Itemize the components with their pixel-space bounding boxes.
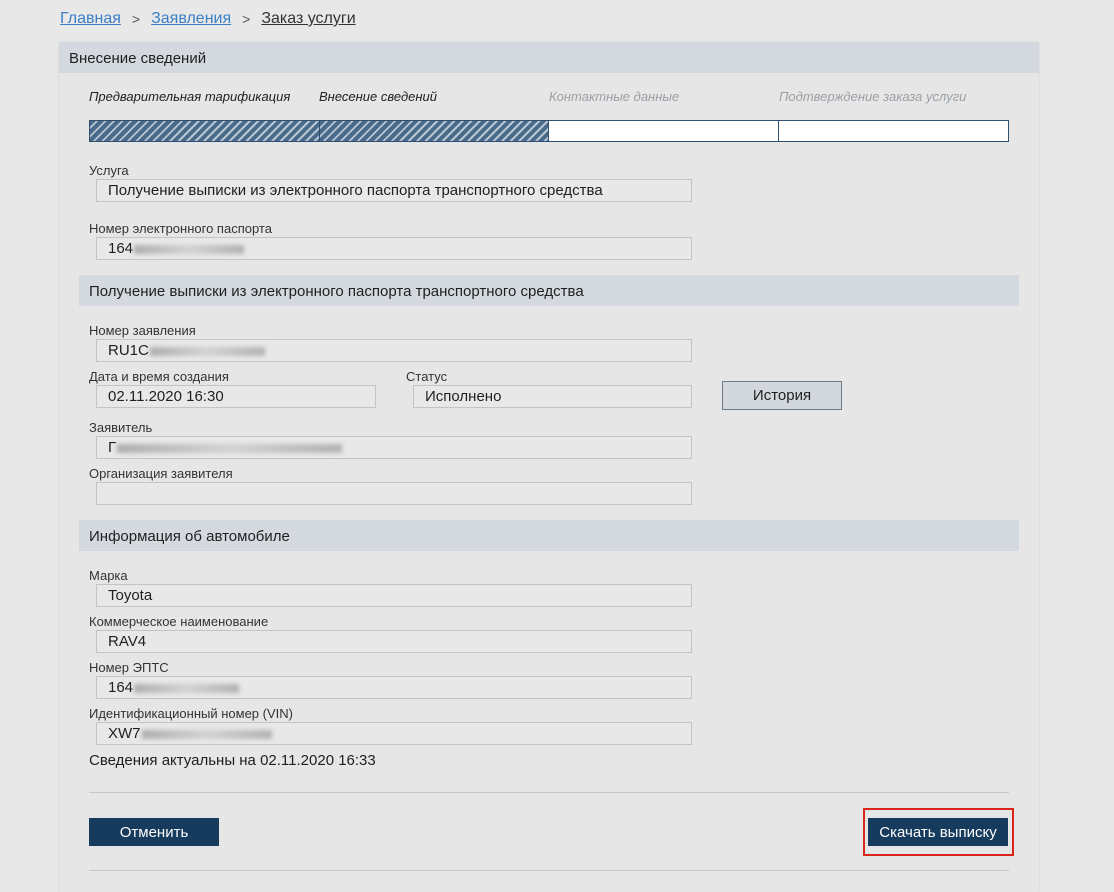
applicant-field[interactable]: Г <box>96 436 692 459</box>
created-field[interactable]: 02.11.2020 16:30 <box>96 385 376 408</box>
passport-value: 164 <box>108 240 134 257</box>
panel-title: Внесение сведений <box>59 42 1039 73</box>
status-value: Исполнено <box>425 388 502 405</box>
created-value: 02.11.2020 16:30 <box>108 388 224 405</box>
step-contacts: Контактные данные <box>549 89 680 104</box>
application-number-field[interactable]: RU1C <box>96 339 692 362</box>
service-field[interactable]: Получение выписки из электронного паспор… <box>96 179 692 202</box>
created-label: Дата и время создания <box>89 369 229 384</box>
brand-label: Марка <box>89 568 128 583</box>
breadcrumb-applications-link[interactable]: Заявления <box>151 10 231 28</box>
form-panel: Внесение сведений Предварительная тарифи… <box>59 42 1039 892</box>
epts-field[interactable]: 164 <box>96 676 692 699</box>
status-field[interactable]: Исполнено <box>413 385 692 408</box>
organization-field[interactable] <box>96 482 692 505</box>
breadcrumb: Главная > Заявления > Заказ услуги <box>60 10 356 28</box>
data-actual-note: Сведения актуальны на 02.11.2020 16:33 <box>89 752 376 769</box>
section-title-service-info: Получение выписки из электронного паспор… <box>79 275 1019 306</box>
application-number-value: RU1C <box>108 342 149 359</box>
redacted-overlay <box>134 244 245 254</box>
organization-label: Организация заявителя <box>89 466 233 481</box>
redacted-overlay <box>149 346 265 356</box>
status-label: Статус <box>406 369 448 384</box>
progress-segment-1 <box>90 121 320 141</box>
passport-field[interactable]: 164 <box>96 237 692 260</box>
breadcrumb-home-link[interactable]: Главная <box>60 10 121 28</box>
epts-value: 164 <box>108 679 134 696</box>
service-label: Услуга <box>89 163 129 178</box>
cancel-button[interactable]: Отменить <box>89 818 219 846</box>
download-extract-button[interactable]: Скачать выписку <box>868 818 1008 846</box>
application-number-label: Номер заявления <box>89 323 196 338</box>
vin-field[interactable]: XW7 <box>96 722 692 745</box>
breadcrumb-current: Заказ услуги <box>261 10 356 27</box>
divider <box>89 792 1009 793</box>
vin-value: XW7 <box>108 725 141 742</box>
passport-label: Номер электронного паспорта <box>89 221 272 236</box>
wizard-steps: Предварительная тарификация Внесение све… <box>89 89 1009 104</box>
step-confirmation: Подтверждение заказа услуги <box>779 89 967 104</box>
progress-segment-4 <box>778 121 1008 141</box>
redacted-overlay <box>134 683 240 693</box>
model-label: Коммерческое наименование <box>89 614 269 629</box>
brand-field[interactable]: Toyota <box>96 584 692 607</box>
model-field[interactable]: RAV4 <box>96 630 692 653</box>
step-pre-tariff: Предварительная тарификация <box>89 89 291 104</box>
section-title-car-info: Информация об автомобиле <box>79 520 1019 551</box>
redacted-overlay <box>141 729 272 739</box>
progress-segment-3 <box>549 121 779 141</box>
applicant-value: Г <box>108 439 117 456</box>
brand-value: Toyota <box>108 587 153 604</box>
applicant-label: Заявитель <box>89 420 153 435</box>
chevron-right-icon: > <box>242 11 251 27</box>
divider <box>89 870 1009 871</box>
progress-segment-2 <box>319 121 549 141</box>
redacted-overlay <box>117 443 343 453</box>
history-button[interactable]: История <box>722 381 842 410</box>
wizard-progress-bar <box>89 120 1009 142</box>
service-value: Получение выписки из электронного паспор… <box>108 182 603 199</box>
chevron-right-icon: > <box>131 11 141 27</box>
vin-label: Идентификационный номер (VIN) <box>89 706 293 721</box>
epts-label: Номер ЭПТС <box>89 660 169 675</box>
model-value: RAV4 <box>108 633 147 650</box>
step-data-entry: Внесение сведений <box>319 89 437 104</box>
